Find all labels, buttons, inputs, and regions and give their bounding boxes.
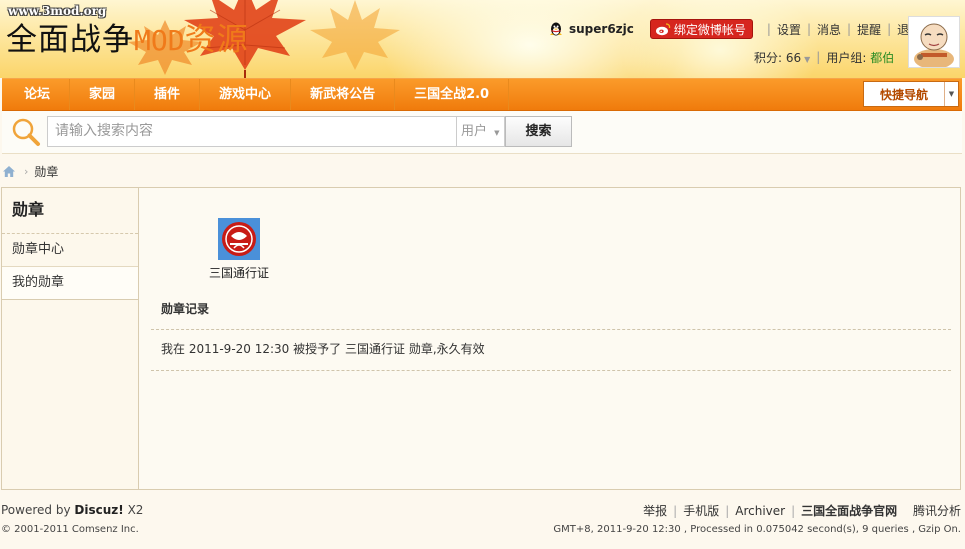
site-logo[interactable]: www.3mod.org 全面战争MOD资源 xyxy=(0,0,260,78)
nav-item-game-center[interactable]: 游戏中心 xyxy=(200,79,292,110)
powered-by: Powered by Discuz! X2 xyxy=(1,503,143,517)
sidebar-item-medal-center[interactable]: 勋章中心 xyxy=(2,234,138,267)
user-group-value[interactable]: 都伯 xyxy=(870,49,894,66)
footer-link-archiver[interactable]: Archiver xyxy=(735,504,785,518)
settings-link[interactable]: 设置 xyxy=(777,21,801,38)
medal-name: 三国通行证 xyxy=(208,266,269,280)
chevron-down-icon: ▼ xyxy=(494,129,500,137)
breadcrumb-current[interactable]: 勋章 xyxy=(34,163,58,180)
divider: | xyxy=(847,22,852,36)
search-button[interactable]: 搜索 xyxy=(505,116,572,147)
divider xyxy=(151,329,951,330)
divider: | xyxy=(766,22,771,36)
home-icon[interactable] xyxy=(2,165,16,178)
discuz-link[interactable]: Discuz! xyxy=(74,503,123,517)
divider: | xyxy=(673,503,678,518)
points-label: 积分: 66 xyxy=(754,50,802,65)
copyright: © 2001-2011 Comsenz Inc. xyxy=(1,524,139,535)
quick-nav-label: 快捷导航 xyxy=(879,87,928,102)
nav-item-plugins[interactable]: 插件 xyxy=(135,79,201,110)
breadcrumb-separator-icon: › xyxy=(24,164,29,178)
search-input[interactable]: 请输入搜索内容 xyxy=(47,116,457,147)
username-link[interactable]: super6zjc xyxy=(569,22,634,36)
divider: | xyxy=(816,50,821,64)
bind-weibo-label: 绑定微博帐号 xyxy=(673,22,746,37)
divider: | xyxy=(887,22,892,36)
footer-link-official-site[interactable]: 三国全面战争官网 xyxy=(801,502,897,519)
record-medal-link[interactable]: 三国通行证 xyxy=(345,342,405,356)
footer-link-report[interactable]: 举报 xyxy=(643,502,667,519)
footer-links: 举报 | 手机版 | Archiver | 三国全面战争官网 腾讯分析 xyxy=(643,502,961,519)
avatar[interactable] xyxy=(908,16,960,69)
divider: | xyxy=(791,503,796,518)
logo-title-part: 资源 xyxy=(184,22,249,58)
nav-item-home[interactable]: 家园 xyxy=(70,79,136,110)
footer-stats: GMT+8, 2011-9-20 12:30 , Processed in 0.… xyxy=(553,524,961,535)
maple-leaf-decoration xyxy=(310,0,400,70)
quick-nav-button[interactable]: 快捷导航 ▼ xyxy=(863,81,959,107)
breadcrumb: › 勋章 xyxy=(2,161,58,181)
divider xyxy=(903,504,907,518)
bind-weibo-button[interactable]: 绑定微博帐号 xyxy=(649,19,753,39)
medal-card[interactable]: 三国通行证 xyxy=(189,218,289,281)
qq-penguin-icon xyxy=(550,22,562,36)
search-icon xyxy=(12,118,40,146)
reminders-link[interactable]: 提醒 xyxy=(857,21,881,38)
user-bar: super6zjc 绑定微博帐号 | 设置 | 消息 | 提醒 | 退出 xyxy=(548,19,921,39)
divider: | xyxy=(806,22,812,36)
footer-link-mobile[interactable]: 手机版 xyxy=(683,502,719,519)
search-type-select[interactable]: 用户 ▼ xyxy=(457,116,505,147)
main-nav: 论坛 家园 插件 游戏中心 新武将公告 三国全战2.0 快捷导航 ▼ xyxy=(2,78,962,111)
footer-link-tencent-analytics[interactable]: 腾讯分析 xyxy=(913,502,961,519)
nav-item-new-generals[interactable]: 新武将公告 xyxy=(291,79,396,110)
site-header: www.3mod.org 全面战争MOD资源 super6zjc 绑定微博帐号 … xyxy=(0,0,965,78)
medal-record-title: 勋章记录 xyxy=(161,302,210,316)
logo-title: 全面战争MOD资源 xyxy=(6,14,249,59)
record-prefix: 我在 2011-9-20 12:30 被授予了 xyxy=(161,342,342,356)
divider xyxy=(151,370,951,371)
chevron-down-icon: ▼ xyxy=(804,54,811,64)
powered-version: X2 xyxy=(127,503,144,517)
sidebar-item-my-medals[interactable]: 我的勋章 xyxy=(2,267,138,300)
avatar-monk-icon xyxy=(909,17,959,69)
record-suffix: 勋章,永久有效 xyxy=(408,342,485,356)
sidebar: 勋章 勋章中心 我的勋章 xyxy=(2,188,139,489)
chevron-down-icon: ▼ xyxy=(944,82,958,106)
messages-link[interactable]: 消息 xyxy=(817,21,841,38)
logo-title-mod: MOD xyxy=(134,24,185,57)
nav-item-sanguo-tw2[interactable]: 三国全战2.0 xyxy=(395,79,510,110)
user-group-label: 用户组: xyxy=(826,50,867,65)
main-panel: 勋章 勋章中心 我的勋章 三国通行证 勋章记录 我在 2011-9-20 12:… xyxy=(1,187,961,490)
sanguo-pass-medal-icon xyxy=(218,218,260,260)
powered-prefix: Powered by xyxy=(1,503,71,517)
search-bar: 请输入搜索内容 用户 ▼ 搜索 xyxy=(2,111,962,154)
nav-item-forum[interactable]: 论坛 xyxy=(2,79,71,110)
divider: | xyxy=(725,503,730,518)
header-glow xyxy=(620,0,820,78)
weibo-icon xyxy=(655,23,671,36)
logo-title-part: 全面战争 xyxy=(6,22,134,58)
sidebar-title: 勋章 xyxy=(2,188,138,234)
nav-items: 论坛 家园 插件 游戏中心 新武将公告 三国全战2.0 xyxy=(2,79,510,110)
medal-record-entry: 我在 2011-9-20 12:30 被授予了 三国通行证 勋章,永久有效 xyxy=(161,340,485,357)
points-dropdown[interactable]: 积分: 66 ▼ xyxy=(754,49,810,66)
search-type-value: 用户 xyxy=(461,124,488,139)
user-stats-bar: 积分: 66 ▼ | 用户组: 都伯 xyxy=(754,48,894,66)
